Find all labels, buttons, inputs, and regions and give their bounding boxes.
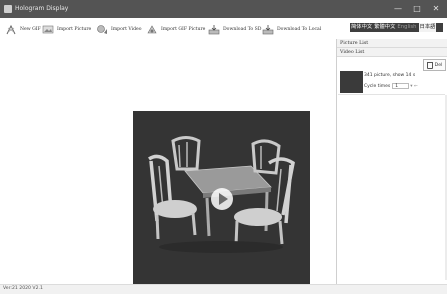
lang-japanese[interactable]: 日本語 <box>418 23 437 32</box>
download-sd-button[interactable]: Download To SD <box>208 22 261 36</box>
trash-icon <box>426 61 433 69</box>
version-text: Ver:21 2020 V2.1 <box>3 286 43 291</box>
import-picture-icon <box>42 25 54 33</box>
side-panel: Picture List Video List Del 341 picture,… <box>336 39 447 284</box>
import-picture-button[interactable]: Import Picture <box>42 22 91 36</box>
window-title: Hologram Display <box>15 5 69 12</box>
lang-traditional-chinese[interactable]: 繁體中文 <box>373 23 396 32</box>
picture-list-header[interactable]: Picture List <box>337 39 447 48</box>
play-button[interactable] <box>211 188 233 210</box>
import-gif-label: Import GIF Picture <box>161 26 206 32</box>
video-list-item[interactable]: 341 picture, show 14 s Cycle times 1 ▾ ← <box>338 70 445 95</box>
download-local-icon <box>262 24 274 34</box>
import-gif-icon <box>147 24 157 33</box>
import-video-button[interactable]: Import Video <box>96 22 142 36</box>
import-gif-button[interactable]: Import GIF Picture <box>146 22 205 36</box>
download-local-button[interactable]: Download To Local <box>262 22 321 36</box>
title-bar: Hologram Display — □ ✕ <box>0 0 447 18</box>
new-gif-icon <box>6 24 16 34</box>
download-sd-icon <box>208 24 220 34</box>
lang-simplified-chinese[interactable]: 简体中文 <box>350 23 373 32</box>
maximize-button[interactable]: □ <box>410 3 424 15</box>
video-info: 341 picture, show 14 s <box>364 73 416 78</box>
new-gif-button[interactable]: New GIF <box>5 22 41 36</box>
stepper-arrows-icon[interactable]: ▾ ← <box>410 84 417 89</box>
close-button[interactable]: ✕ <box>429 3 443 15</box>
minimize-button[interactable]: — <box>391 3 405 15</box>
new-gif-label: New GIF <box>20 26 41 32</box>
app-icon <box>4 5 12 13</box>
video-preview[interactable] <box>133 111 310 290</box>
import-video-label: Import Video <box>111 26 142 32</box>
cycle-times-row: Cycle times 1 ▾ ← <box>364 83 418 89</box>
video-list-header[interactable]: Video List <box>337 48 447 57</box>
cycle-times-input[interactable]: 1 <box>392 83 410 89</box>
language-switcher: 简体中文 繁體中文 English 日本語 <box>350 23 443 32</box>
download-local-label: Download To Local <box>277 26 322 32</box>
preview-area <box>0 39 336 290</box>
download-sd-label: Download To SD <box>223 26 262 32</box>
delete-label: Del <box>434 62 443 68</box>
import-video-icon <box>97 24 107 34</box>
import-picture-label: Import Picture <box>57 26 92 32</box>
video-thumbnail <box>340 71 363 93</box>
cycle-times-label: Cycle times <box>364 83 391 89</box>
lang-english[interactable]: English <box>396 23 417 32</box>
